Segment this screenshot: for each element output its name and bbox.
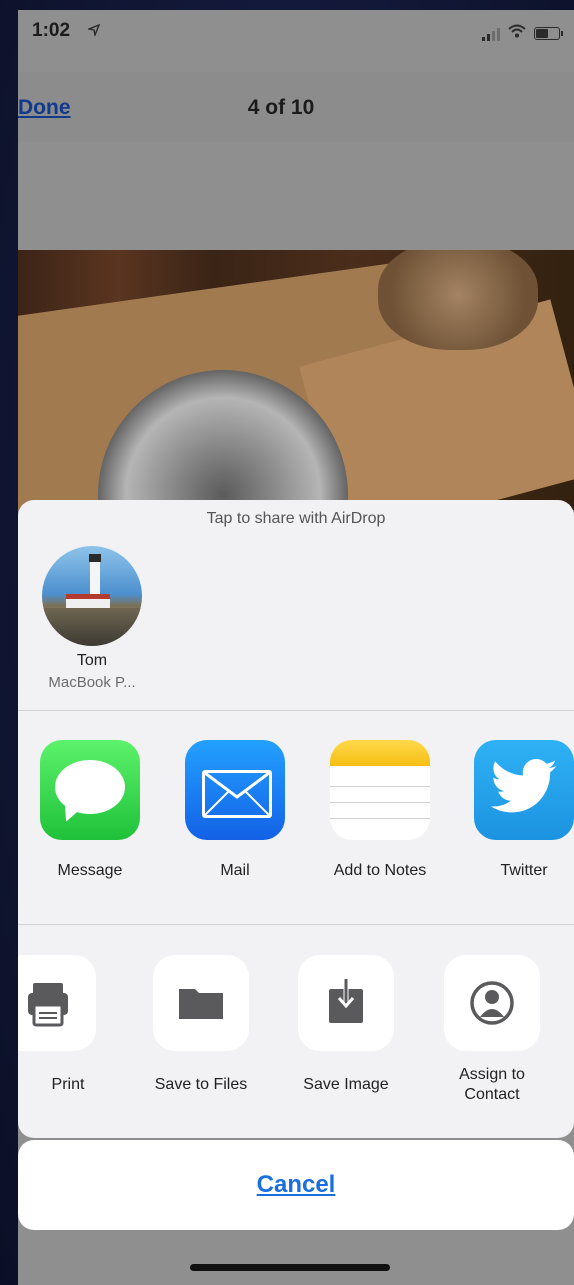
signal-icon [482,27,500,41]
messages-icon [40,740,140,840]
home-indicator[interactable] [190,1264,390,1271]
airdrop-person-name: Tom [76,652,108,669]
action-print[interactable]: Print [18,955,118,1095]
save-image-icon [298,955,394,1051]
share-app-label: Mail [220,862,250,879]
action-label: Assign to Contact [459,1066,525,1103]
share-app-twitter[interactable]: Twitter [459,740,574,880]
printer-icon [18,955,96,1051]
action-save-image[interactable]: Save Image [276,955,416,1095]
airdrop-hint: Tap to share with AirDrop [206,510,386,527]
cancel-button[interactable]: Cancel [18,1140,574,1230]
action-label: Save Image [303,1076,389,1093]
share-app-label: Add to Notes [333,862,427,879]
mail-icon [185,740,285,840]
airdrop-person-device: MacBook P... [48,674,136,691]
status-icons [482,24,563,43]
location-icon [86,23,101,41]
action-label: Print [51,1076,85,1093]
photo-preview [18,250,574,510]
actions-row: Print Save to Files Save Image Assign to… [18,955,574,1125]
share-app-label: Message [57,862,123,879]
notes-icon [330,740,430,840]
divider [18,924,574,925]
apps-row: Message Mail Add to Notes Twitter [18,740,574,910]
contact-icon [444,955,540,1051]
avatar [42,546,142,646]
twitter-icon [474,740,574,840]
action-save-to-files[interactable]: Save to Files [131,955,271,1095]
nav-bar: Done 4 of 10 [18,72,574,142]
battery-icon [534,27,563,40]
phone-screen: 1:02 Done 4 of 10 Tap to share with AirD… [18,10,574,1285]
divider [18,710,574,711]
share-app-mail[interactable]: Mail [170,740,300,880]
packing-paper [378,250,538,350]
status-bar: 1:02 [18,10,574,56]
share-app-add-to-notes[interactable]: Add to Notes [315,740,445,880]
action-assign-to-contact[interactable]: Assign to Contact [422,955,562,1105]
wifi-icon [508,24,526,43]
status-time: 1:02 [32,20,71,41]
folder-icon [153,955,249,1051]
action-label: Save to Files [154,1076,248,1093]
share-app-message[interactable]: Message [25,740,155,880]
share-app-label: Twitter [500,862,548,879]
page-counter: 4 of 10 [247,96,315,119]
airdrop-target[interactable]: Tom MacBook P... [22,546,162,691]
share-sheet: Tap to share with AirDrop Tom MacBook P.… [18,500,574,1138]
